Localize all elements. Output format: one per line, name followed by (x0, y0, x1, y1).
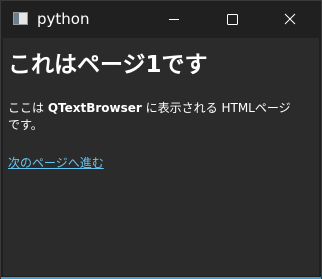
page-paragraph: ここは QTextBrowser に表示される HTMLページです。 (8, 100, 300, 134)
maximize-button[interactable] (209, 1, 255, 38)
page-heading: これはページ1です (8, 52, 208, 78)
text-browser[interactable]: これはページ1です ここは QTextBrowser に表示される HTMLペー… (3, 38, 319, 276)
paragraph-prefix: ここは (8, 101, 48, 115)
app-window: python これはページ1です ここは QTextBrowser に表示される… (0, 0, 322, 279)
next-page-link[interactable]: 次のページへ進む (8, 155, 104, 172)
title-bar[interactable]: python (1, 1, 321, 38)
minimize-icon (169, 19, 179, 20)
paragraph-bold: QTextBrowser (47, 101, 142, 115)
app-window-icon (13, 12, 28, 25)
close-button[interactable] (267, 1, 313, 38)
minimize-button[interactable] (151, 1, 197, 38)
close-icon (284, 13, 296, 25)
window-title: python (37, 10, 90, 28)
maximize-icon (227, 14, 238, 25)
